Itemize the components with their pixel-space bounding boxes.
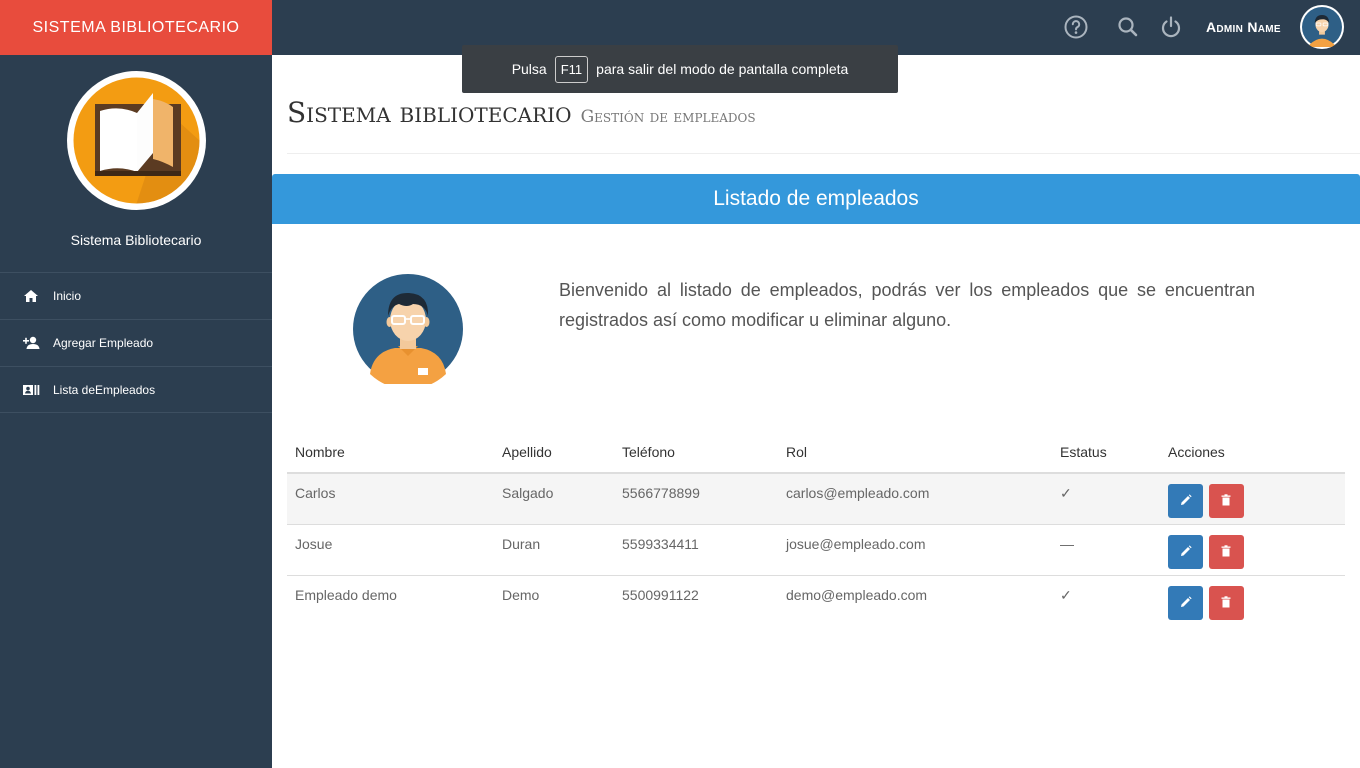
- id-card-icon: [22, 381, 40, 399]
- intro-text: Bienvenido al listado de empleados, podr…: [559, 280, 1255, 330]
- column-header[interactable]: Estatus: [1052, 432, 1160, 474]
- cell-nombre: Empleado demo: [287, 574, 494, 626]
- cell-telefono: 5500991122: [614, 574, 778, 626]
- table-row: Josue Duran 5599334411 josue@empleado.co…: [287, 523, 1345, 575]
- sidebar-item-inicio[interactable]: Inicio: [0, 272, 272, 319]
- cell-acciones: [1160, 472, 1345, 524]
- pencil-icon: [1180, 544, 1192, 556]
- pencil-icon: [1180, 595, 1192, 607]
- table-row: Empleado demo Demo 5500991122 demo@emple…: [287, 574, 1345, 626]
- edit-button[interactable]: [1168, 534, 1203, 569]
- panel-title: Listado de empleados: [272, 174, 1360, 224]
- sidebar-item-label: Inicio: [53, 289, 82, 303]
- admin-name[interactable]: Admin Name: [1206, 19, 1281, 35]
- fullscreen-notice: Pulsa F11 para salir del modo de pantall…: [462, 45, 898, 93]
- delete-button[interactable]: [1208, 534, 1244, 569]
- employee-avatar-illustration: [353, 274, 463, 390]
- sidebar-item-lista-empleados[interactable]: Lista deEmpleados: [0, 366, 272, 413]
- home-icon: [22, 287, 40, 305]
- table-row: Carlos Salgado 5566778899 carlos@emplead…: [287, 472, 1345, 524]
- cell-nombre: Carlos: [287, 472, 494, 524]
- cell-acciones: [1160, 574, 1345, 626]
- cell-estatus: ✓: [1052, 574, 1160, 626]
- fullscreen-notice-prefix: Pulsa: [511, 61, 547, 77]
- sidebar-item-agregar-empleado[interactable]: Agregar Empleado: [0, 319, 272, 366]
- search-icon[interactable]: [1115, 14, 1141, 40]
- app-name: Sistema Bibliotecario: [70, 232, 202, 248]
- fullscreen-notice-text: para salir del modo de pantalla completa: [596, 61, 849, 77]
- help-icon[interactable]: [1063, 14, 1089, 40]
- cell-telefono: 5566778899: [614, 472, 778, 524]
- cell-apellido: Demo: [494, 574, 614, 626]
- edit-button[interactable]: [1168, 484, 1203, 518]
- trash-icon: [1221, 494, 1231, 506]
- sidebar: Sistema Bibliotecario Inicio Agregar Emp…: [0, 55, 272, 768]
- cell-rol: carlos@empleado.com: [778, 472, 1052, 524]
- trash-icon: [1221, 544, 1231, 556]
- page-subtitle: Gestión de empleados: [580, 107, 756, 127]
- header-divider: [287, 153, 1360, 154]
- column-header: Acciones: [1160, 432, 1345, 474]
- cell-telefono: 5599334411: [614, 523, 778, 575]
- cell-apellido: Duran: [494, 523, 614, 575]
- library-logo: [67, 71, 206, 210]
- edit-button[interactable]: [1168, 585, 1203, 620]
- column-header[interactable]: Nombre: [287, 432, 494, 474]
- page-title-main: Sistema bibliotecario: [287, 96, 572, 129]
- cell-acciones: [1160, 523, 1345, 575]
- sidebar-item-label: Agregar Empleado: [53, 336, 154, 350]
- sidebar-item-label: Lista deEmpleados: [53, 382, 156, 397]
- brand-title[interactable]: SISTEMA BIBLIOTECARIO: [0, 0, 272, 55]
- cell-estatus: ✓: [1052, 472, 1160, 524]
- power-icon[interactable]: [1158, 14, 1184, 40]
- cell-nombre: Josue: [287, 523, 494, 575]
- employees-table: Nombre Apellido Teléfono Rol Estatus Acc…: [287, 432, 1345, 626]
- delete-button[interactable]: [1208, 585, 1244, 620]
- delete-button[interactable]: [1208, 484, 1244, 518]
- column-header[interactable]: Rol: [778, 432, 1052, 474]
- pencil-icon: [1180, 494, 1192, 505]
- column-header[interactable]: Teléfono: [614, 432, 778, 474]
- cell-estatus: —: [1052, 523, 1160, 575]
- cell-rol: demo@empleado.com: [778, 574, 1052, 626]
- add-user-icon: [22, 334, 40, 352]
- user-avatar[interactable]: [1300, 5, 1344, 50]
- cell-rol: josue@empleado.com: [778, 523, 1052, 575]
- table-header-row: Nombre Apellido Teléfono Rol Estatus Acc…: [287, 432, 1345, 474]
- page-title: Sistema bibliotecario Gestión de emplead…: [287, 96, 756, 129]
- trash-icon: [1221, 595, 1231, 607]
- column-header[interactable]: Apellido: [494, 432, 614, 474]
- sidebar-nav: Inicio Agregar Empleado Lista deEmpleado…: [0, 272, 272, 413]
- f11-key-badge: F11: [554, 55, 589, 83]
- cell-apellido: Salgado: [494, 472, 614, 524]
